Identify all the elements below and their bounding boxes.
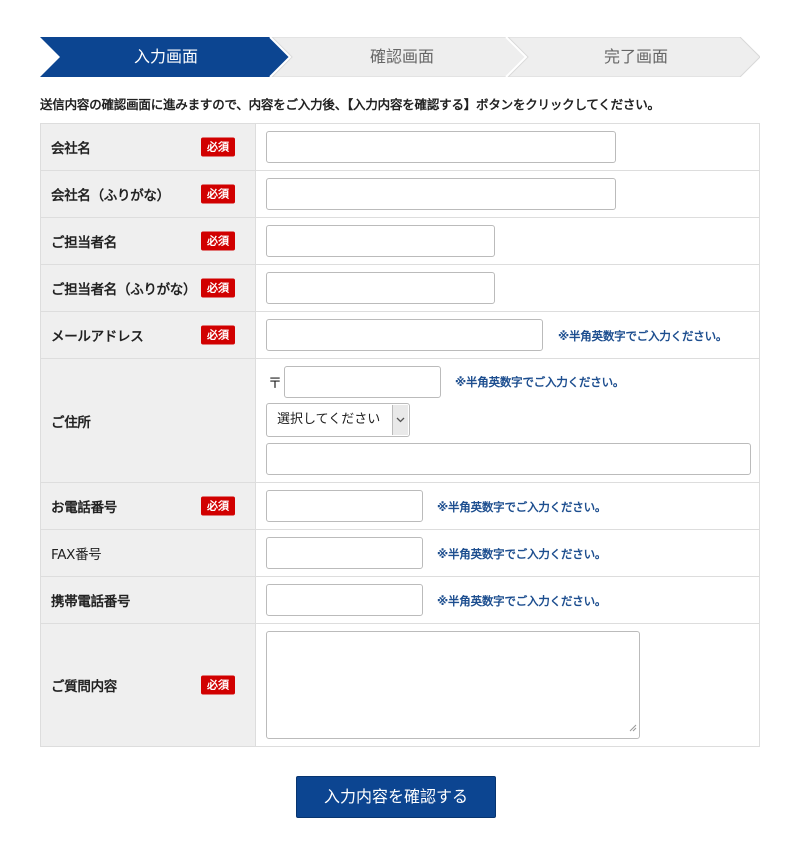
row-company: 会社名 必須 bbox=[41, 124, 759, 171]
prefecture-select[interactable]: 選択してください bbox=[266, 403, 410, 437]
prefecture-selected-value: 選択してください bbox=[277, 412, 381, 427]
row-header: ご担当者名（ふりがな） 必須 bbox=[41, 265, 256, 311]
row-fax: FAX番号 ※半角英数字でご入力ください。 bbox=[41, 530, 759, 577]
row-body: ※半角英数字でご入力ください。 bbox=[256, 577, 759, 623]
zip-note: ※半角英数字でご入力ください。 bbox=[455, 375, 625, 389]
step-3-label: 完了画面 bbox=[603, 47, 668, 66]
row-header: メールアドレス 必須 bbox=[41, 312, 256, 358]
postal-mark: 〒 bbox=[268, 376, 282, 392]
contact-form-table: 会社名 必須 会社名（ふりがな） 必須 ご担当者名 必須 ご担当者名（ふりがな）… bbox=[40, 123, 760, 747]
required-badge: 必須 bbox=[201, 184, 235, 204]
row-body bbox=[256, 124, 759, 170]
company-label: 会社名 bbox=[51, 141, 91, 157]
row-address: ご住所 〒 ※半角英数字でご入力ください。 選択してください bbox=[41, 359, 759, 483]
phone-label: お電話番号 bbox=[51, 500, 117, 516]
required-badge: 必須 bbox=[201, 325, 235, 345]
row-mobile: 携帯電話番号 ※半角英数字でご入力ください。 bbox=[41, 577, 759, 624]
confirm-submit-button[interactable]: 入力内容を確認する bbox=[296, 776, 496, 818]
row-body: ※半角英数字でご入力ください。 bbox=[256, 312, 759, 358]
progress-steps: 入力画面 確認画面 完了画面 bbox=[40, 37, 760, 77]
row-header: ご住所 bbox=[41, 359, 256, 482]
person-kana-input[interactable] bbox=[266, 272, 495, 304]
phone-note: ※半角英数字でご入力ください。 bbox=[437, 500, 607, 514]
row-body: ※半角英数字でご入力ください。 bbox=[256, 483, 759, 529]
row-person-kana: ご担当者名（ふりがな） 必須 bbox=[41, 265, 759, 312]
required-badge: 必須 bbox=[201, 231, 235, 251]
row-header: 会社名 必須 bbox=[41, 124, 256, 170]
required-badge: 必須 bbox=[201, 137, 235, 157]
required-badge: 必須 bbox=[201, 278, 235, 298]
fax-label: FAX番号 bbox=[51, 547, 102, 563]
company-input[interactable] bbox=[266, 131, 616, 163]
address-label: ご住所 bbox=[51, 414, 91, 431]
step-1-label: 入力画面 bbox=[133, 47, 198, 66]
row-header: 携帯電話番号 bbox=[41, 577, 256, 623]
mobile-note: ※半角英数字でご入力ください。 bbox=[437, 594, 607, 608]
inquiry-label: ご質問内容 bbox=[51, 679, 117, 695]
row-body bbox=[256, 265, 759, 311]
row-body: ※半角英数字でご入力ください。 bbox=[256, 530, 759, 576]
required-badge: 必須 bbox=[201, 496, 235, 516]
row-body bbox=[256, 171, 759, 217]
person-label: ご担当者名 bbox=[51, 235, 117, 251]
row-inquiry: ご質問内容 必須 bbox=[41, 624, 759, 747]
row-header: お電話番号 必須 bbox=[41, 483, 256, 529]
fax-input[interactable] bbox=[266, 537, 423, 569]
row-person: ご担当者名 必須 bbox=[41, 218, 759, 265]
row-header: ご質問内容 必須 bbox=[41, 624, 256, 746]
mobile-label: 携帯電話番号 bbox=[51, 594, 131, 610]
email-label: メールアドレス bbox=[51, 329, 144, 345]
email-input[interactable] bbox=[266, 319, 543, 351]
resize-grip-icon[interactable] bbox=[628, 717, 637, 736]
phone-input[interactable] bbox=[266, 490, 423, 522]
row-email: メールアドレス 必須 ※半角英数字でご入力ください。 bbox=[41, 312, 759, 359]
row-header: 会社名（ふりがな） 必須 bbox=[41, 171, 256, 217]
row-company-kana: 会社名（ふりがな） 必須 bbox=[41, 171, 759, 218]
row-header: ご担当者名 必須 bbox=[41, 218, 256, 264]
fax-note: ※半角英数字でご入力ください。 bbox=[437, 547, 607, 561]
company-kana-label: 会社名（ふりがな） bbox=[51, 188, 170, 204]
inquiry-textarea[interactable] bbox=[266, 631, 640, 739]
step-2-label: 確認画面 bbox=[369, 47, 434, 66]
row-body bbox=[256, 218, 759, 264]
row-header: FAX番号 bbox=[41, 530, 256, 576]
row-body: 〒 ※半角英数字でご入力ください。 選択してください bbox=[256, 359, 759, 482]
row-phone: お電話番号 必須 ※半角英数字でご入力ください。 bbox=[41, 483, 759, 530]
person-kana-label: ご担当者名（ふりがな） bbox=[51, 282, 197, 298]
zip-input[interactable] bbox=[284, 366, 441, 398]
row-body bbox=[256, 624, 759, 746]
intro-text: 送信内容の確認画面に進みますので、内容をご入力後、【入力内容を確認する】ボタンを… bbox=[40, 97, 660, 112]
email-note: ※半角英数字でご入力ください。 bbox=[558, 329, 728, 343]
street-address-input[interactable] bbox=[266, 443, 751, 475]
chevron-down-icon bbox=[392, 405, 408, 435]
required-badge: 必須 bbox=[201, 675, 235, 695]
company-kana-input[interactable] bbox=[266, 178, 616, 210]
person-input[interactable] bbox=[266, 225, 495, 257]
mobile-input[interactable] bbox=[266, 584, 423, 616]
